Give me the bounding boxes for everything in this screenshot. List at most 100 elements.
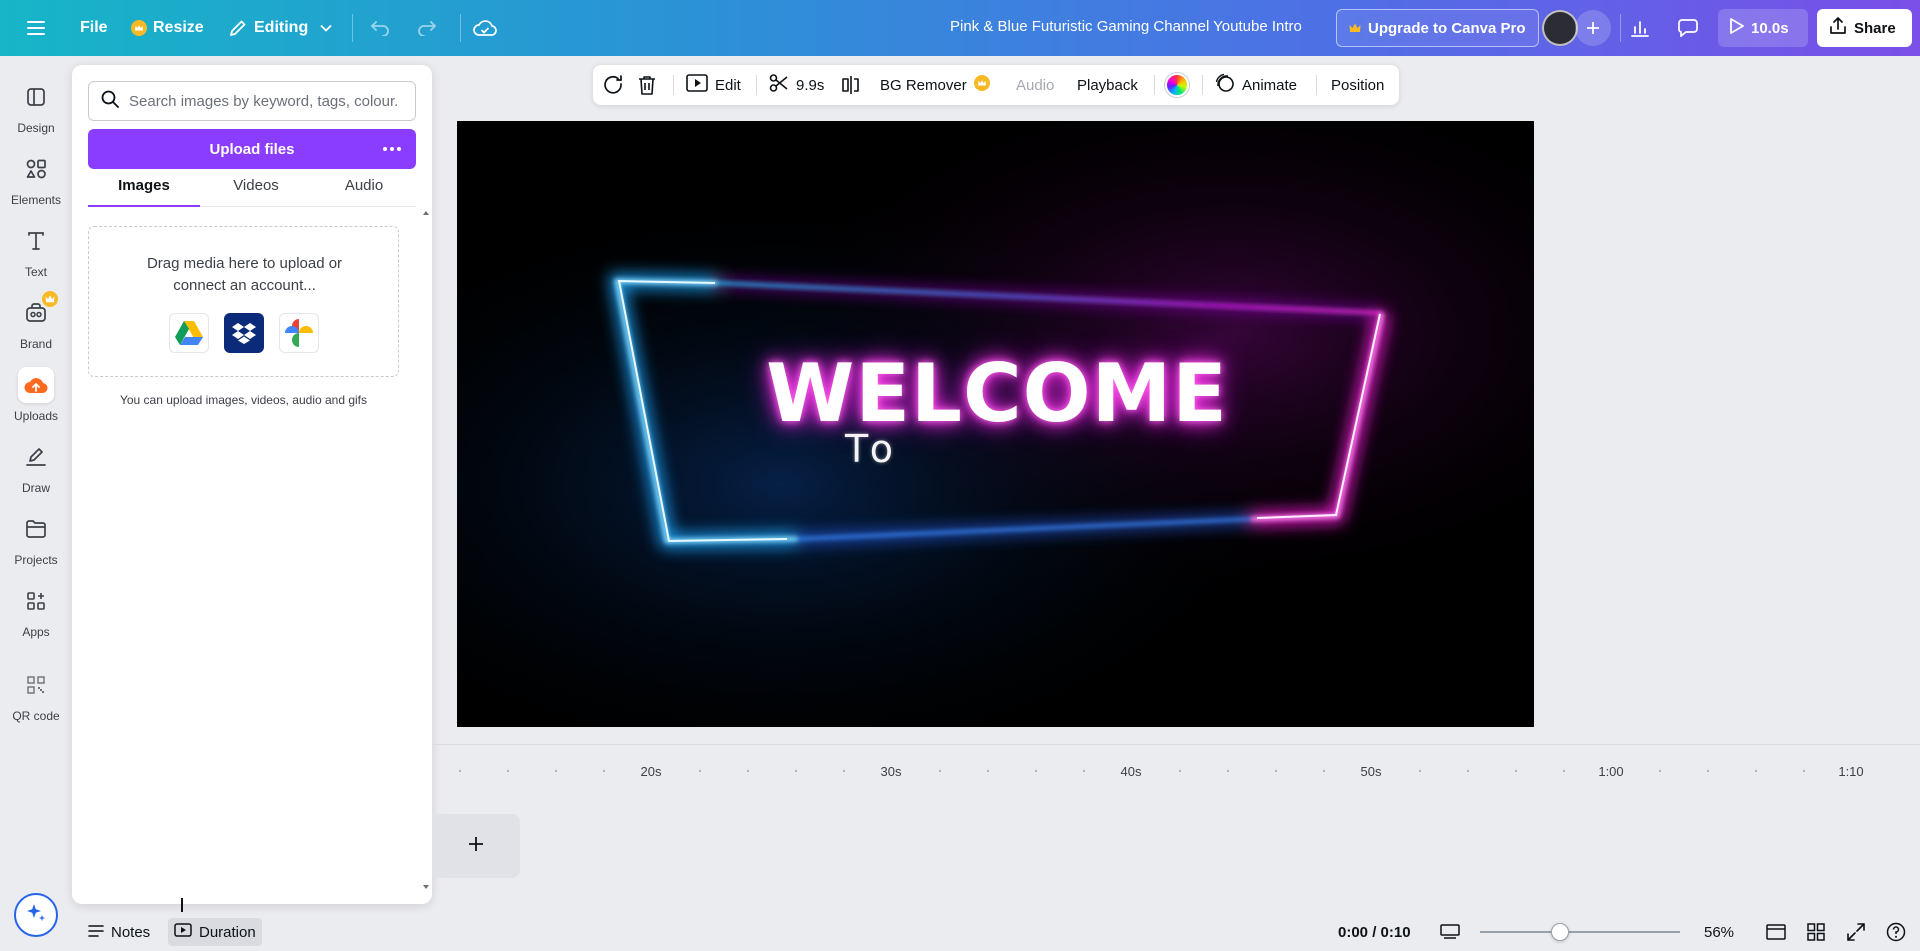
rail-item-elements[interactable]: Elements — [0, 151, 72, 219]
edit-label: Edit — [715, 76, 741, 94]
menu-icon[interactable] — [18, 10, 54, 46]
tick-label: 20s — [640, 764, 662, 779]
panel-scrollbar[interactable] — [420, 205, 432, 895]
upload-hint: You can upload images, videos, audio and… — [119, 393, 368, 407]
tick-mark — [1227, 770, 1229, 772]
pages-view-icon[interactable] — [1762, 918, 1790, 946]
tick-label: 50s — [1360, 764, 1382, 779]
audio-button[interactable]: Audio — [1016, 65, 1054, 105]
rail-item-text[interactable]: Text — [0, 223, 72, 291]
flip-icon[interactable] — [841, 65, 861, 105]
tick-label: 1:00 — [1598, 764, 1624, 779]
crown-icon — [1349, 20, 1361, 37]
search-box[interactable] — [88, 81, 416, 121]
zoom-level[interactable]: 56% — [1704, 924, 1734, 941]
tick-mark — [1803, 770, 1805, 772]
dropbox-icon[interactable] — [224, 313, 264, 353]
subline-text[interactable]: To — [845, 427, 901, 471]
element-toolbar: Edit 9.9s BG Remover Audio Playback Anim… — [593, 65, 1399, 105]
document-title[interactable]: Pink & Blue Futuristic Gaming Channel Yo… — [950, 18, 1302, 35]
delete-icon[interactable] — [638, 65, 656, 105]
playback-label: Playback — [1077, 76, 1138, 94]
undo-icon[interactable] — [362, 10, 398, 46]
notes-button[interactable]: Notes — [82, 918, 156, 946]
rail-item-qr-code[interactable]: QR code — [0, 667, 72, 735]
more-options-icon[interactable] — [376, 133, 408, 165]
resize-button[interactable]: Resize — [131, 10, 204, 46]
cloud-saved-icon[interactable] — [467, 10, 503, 46]
rail-label: Brand — [19, 337, 53, 351]
divider — [756, 75, 757, 95]
design-canvas[interactable]: WELCOME To — [457, 121, 1534, 727]
split-trim-button[interactable]: 9.9s — [769, 65, 824, 105]
google-photos-icon[interactable] — [279, 313, 319, 353]
zoom-slider-track[interactable] — [1480, 931, 1680, 933]
apps-icon — [18, 583, 54, 619]
rail-label: Elements — [10, 193, 62, 207]
add-clip-button[interactable] — [432, 814, 520, 878]
qr-code-icon — [18, 667, 54, 703]
divider — [1202, 75, 1203, 95]
fullscreen-icon[interactable] — [1842, 918, 1870, 946]
position-button[interactable]: Position — [1331, 65, 1384, 105]
upgrade-label: Upgrade to Canva Pro — [1368, 19, 1526, 37]
tick-mark — [1755, 770, 1757, 772]
tab-audio[interactable]: Audio — [308, 177, 420, 207]
divider — [673, 75, 674, 95]
duration-button[interactable]: Duration — [168, 918, 262, 946]
google-drive-icon[interactable] — [169, 313, 209, 353]
divider — [1620, 14, 1621, 42]
pencil-icon — [228, 18, 248, 38]
tick-mark — [555, 770, 557, 772]
upload-files-button[interactable]: Upload files — [88, 129, 416, 169]
presenter-view-icon[interactable] — [1436, 918, 1464, 946]
add-collaborator-icon[interactable] — [1575, 10, 1611, 46]
comment-icon[interactable] — [1670, 10, 1706, 46]
rail-label: Draw — [21, 481, 50, 495]
bg-remover-button[interactable]: BG Remover — [880, 65, 990, 105]
tick-mark — [1323, 770, 1325, 772]
playhead[interactable] — [181, 898, 183, 912]
grid-view-icon[interactable] — [1802, 918, 1830, 946]
left-rail: Design Elements Text Brand Uploads Draw … — [0, 56, 72, 951]
tick-mark — [1275, 770, 1277, 772]
video-edit-icon — [686, 74, 708, 96]
replace-icon[interactable] — [603, 65, 625, 105]
search-input[interactable] — [129, 92, 399, 110]
sparkle-icon — [25, 902, 47, 929]
upload-dropzone[interactable]: Drag media here to upload or connect an … — [88, 226, 399, 377]
color-picker[interactable] — [1165, 65, 1189, 105]
tab-videos[interactable]: Videos — [200, 177, 312, 207]
tick-mark — [1419, 770, 1421, 772]
insights-icon[interactable] — [1622, 10, 1658, 46]
file-menu[interactable]: File — [80, 10, 108, 46]
share-button[interactable]: Share — [1817, 9, 1912, 47]
play-button[interactable]: 10.0s — [1718, 9, 1808, 47]
rail-item-uploads[interactable]: Uploads — [0, 367, 72, 435]
rail-item-apps[interactable]: Apps — [0, 583, 72, 651]
help-icon[interactable] — [1882, 918, 1910, 946]
zoom-slider-knob[interactable] — [1551, 923, 1569, 941]
draw-icon — [18, 439, 54, 475]
avatar[interactable] — [1542, 10, 1578, 46]
rail-item-projects[interactable]: Projects — [0, 511, 72, 579]
redo-icon[interactable] — [409, 10, 445, 46]
tick-mark — [1083, 770, 1085, 772]
uploads-panel: Upload files Images Videos Audio Drag me… — [72, 65, 432, 904]
upgrade-button[interactable]: Upgrade to Canva Pro — [1336, 9, 1539, 47]
tick-mark — [1515, 770, 1517, 772]
magic-sparkle-button[interactable] — [14, 893, 58, 937]
edit-button[interactable]: Edit — [686, 65, 741, 105]
editing-mode-button[interactable]: Editing — [228, 10, 332, 46]
headline-text[interactable]: WELCOME — [747, 347, 1247, 440]
playback-button[interactable]: Playback — [1077, 65, 1138, 105]
rail-item-draw[interactable]: Draw — [0, 439, 72, 507]
top-bar: File Resize Editing Pink & Blue Futurist… — [0, 0, 1920, 56]
rail-item-brand[interactable]: Brand — [0, 291, 72, 363]
animate-button[interactable]: Animate — [1215, 65, 1297, 105]
bg-remover-label: BG Remover — [880, 76, 967, 94]
crown-icon — [42, 291, 58, 307]
divider — [352, 14, 353, 42]
rail-item-design[interactable]: Design — [0, 79, 72, 147]
tab-images[interactable]: Images — [88, 177, 200, 207]
